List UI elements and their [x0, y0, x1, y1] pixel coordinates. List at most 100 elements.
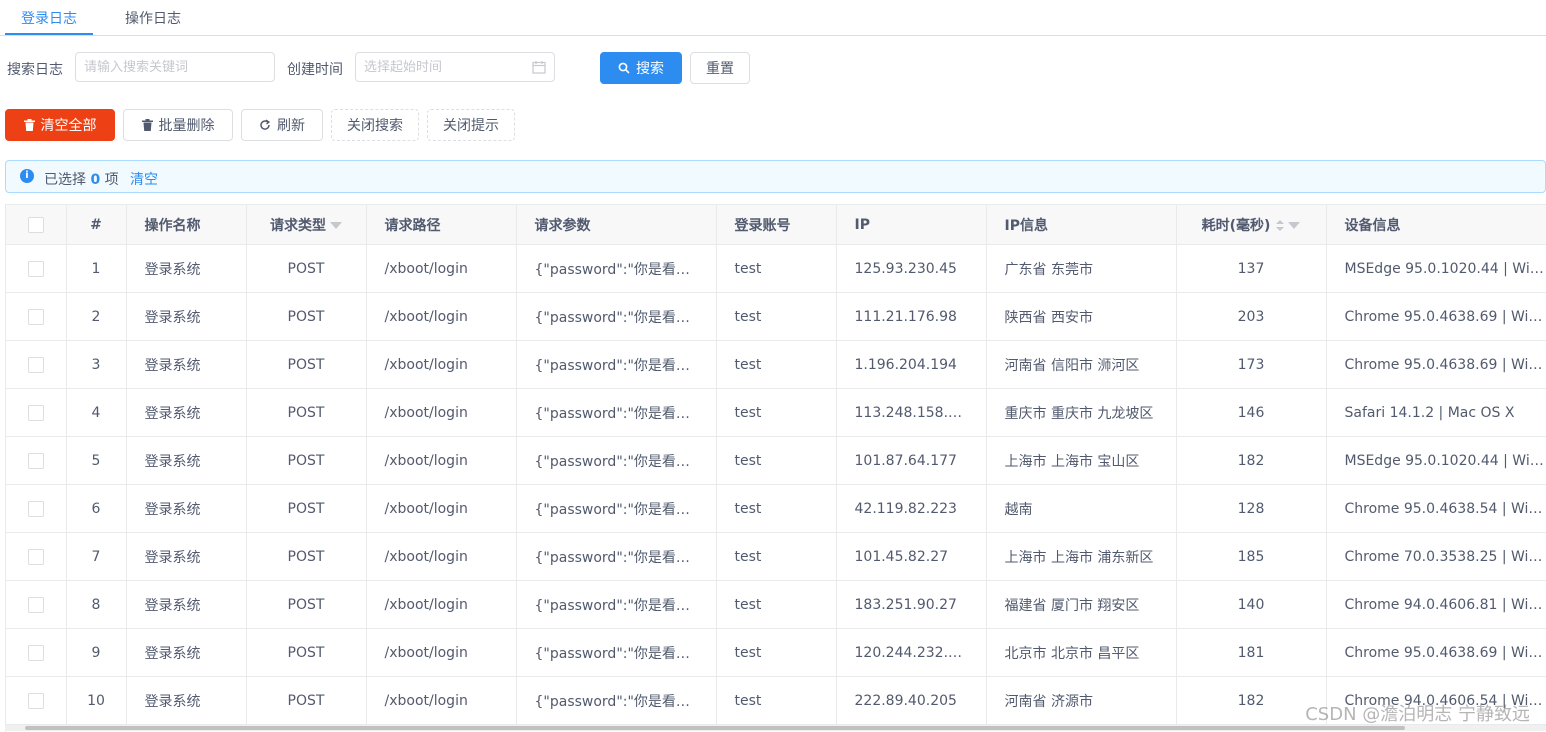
- row-checkbox[interactable]: [27, 692, 44, 709]
- table-row[interactable]: 5 登录系统 POST/xboot/login {"password":"你是看不见我…: [6, 436, 1546, 485]
- table-row[interactable]: 3 登录系统 POST/xboot/login {"password":"你是看不见我…: [6, 340, 1546, 389]
- header-ip: IP: [836, 205, 987, 245]
- cell-request-type: POST: [246, 244, 367, 293]
- cell-duration: 182: [1176, 436, 1327, 485]
- trash-icon: [141, 119, 153, 131]
- info-icon: i: [20, 169, 34, 183]
- batch-delete-button[interactable]: 批量删除: [123, 109, 233, 141]
- cell-ip-info: 河南省 信阳市 浉河区: [986, 340, 1177, 389]
- select-all-checkbox[interactable]: [27, 216, 44, 233]
- header-request-type-label: 请求类型: [270, 217, 326, 234]
- row-checkbox[interactable]: [27, 404, 44, 421]
- row-checkbox[interactable]: [27, 596, 44, 613]
- row-checkbox[interactable]: [27, 644, 44, 661]
- cell-account: test: [716, 676, 837, 725]
- table-row[interactable]: 8 登录系统 POST/xboot/login {"password":"你是看不见我…: [6, 580, 1546, 629]
- table-row[interactable]: 1 登录系统 POST/xboot/login {"password":"你是看不见我…: [6, 244, 1546, 293]
- row-checkbox[interactable]: [27, 452, 44, 469]
- watermark: CSDN @澹泊明志 宁静致远: [1305, 704, 1530, 725]
- table-header-row: # 操作名称 请求类型 请求路径 请求参数 登录账号 IP IP信息 耗时(毫秒…: [6, 205, 1546, 245]
- date-picker-input[interactable]: [355, 52, 555, 82]
- close-search-button[interactable]: 关闭搜索: [331, 109, 419, 141]
- cell-request-path: /xboot/login: [366, 676, 517, 725]
- cell-ip: 125.93.230.45: [836, 244, 987, 293]
- cell-device: Chrome 94.0.4606.81 | Windows: [1326, 580, 1546, 629]
- table-row[interactable]: 2 登录系统 POST/xboot/login {"password":"你是看不见我…: [6, 292, 1546, 341]
- cell-duration: 128: [1176, 484, 1327, 533]
- select-all-header[interactable]: [6, 205, 67, 245]
- cell-account: test: [716, 292, 837, 341]
- refresh-button[interactable]: 刷新: [241, 109, 323, 141]
- cell-account: test: [716, 244, 837, 293]
- row-checkbox[interactable]: [27, 356, 44, 373]
- cell-ip: 111.21.176.98: [836, 292, 987, 341]
- cell-device: Chrome 70.0.3538.25 | Windows: [1326, 532, 1546, 581]
- calendar-icon[interactable]: [532, 60, 546, 74]
- cell-ip-info: 河南省 济源市: [986, 676, 1177, 725]
- cell-request-type: POST: [246, 340, 367, 389]
- cell-device: Chrome 95.0.4638.69 | Windows: [1326, 628, 1546, 677]
- header-request-params: 请求参数: [516, 205, 717, 245]
- row-checkbox[interactable]: [6, 244, 67, 293]
- tab-bar: 登录日志 操作日志: [0, 0, 1546, 36]
- clear-all-button[interactable]: 清空全部: [5, 109, 115, 141]
- cell-request-path: /xboot/login: [366, 580, 517, 629]
- row-checkbox[interactable]: [6, 388, 67, 437]
- row-checkbox[interactable]: [6, 628, 67, 677]
- cell-ip: 120.244.232.198: [836, 628, 987, 677]
- table-row[interactable]: 9 登录系统 POST/xboot/login {"password":"你是看不见我…: [6, 628, 1546, 677]
- filter-icon[interactable]: [1288, 222, 1301, 229]
- clear-selection-link[interactable]: 清空: [130, 169, 158, 189]
- row-checkbox[interactable]: [6, 580, 67, 629]
- date-label: 创建时间: [287, 62, 343, 78]
- close-tips-label: 关闭提示: [443, 118, 499, 134]
- cell-device: MSEdge 95.0.1020.44 | Windows: [1326, 436, 1546, 485]
- header-account: 登录账号: [716, 205, 837, 245]
- row-checkbox[interactable]: [6, 292, 67, 341]
- scrollbar-thumb[interactable]: [25, 726, 1405, 730]
- row-checkbox[interactable]: [6, 532, 67, 581]
- cell-account: test: [716, 580, 837, 629]
- cell-request-type: POST: [246, 628, 367, 677]
- tab-login-log[interactable]: 登录日志: [21, 8, 77, 28]
- cell-operation-name: 登录系统: [126, 532, 247, 581]
- cell-request-path: /xboot/login: [366, 388, 517, 437]
- search-input[interactable]: [75, 52, 275, 82]
- cell-index: 4: [66, 388, 127, 437]
- batch-delete-label: 批量删除: [158, 118, 215, 134]
- table-row[interactable]: 7 登录系统 POST/xboot/login {"password":"你是看不见我…: [6, 532, 1546, 581]
- tab-operation-log[interactable]: 操作日志: [125, 8, 181, 28]
- cell-index: 8: [66, 580, 127, 629]
- cell-duration: 181: [1176, 628, 1327, 677]
- cell-request-type: POST: [246, 292, 367, 341]
- cell-index: 6: [66, 484, 127, 533]
- sort-icon[interactable]: [1276, 219, 1285, 232]
- cell-request-path: /xboot/login: [366, 292, 517, 341]
- row-checkbox[interactable]: [27, 500, 44, 517]
- cell-index: 7: [66, 532, 127, 581]
- row-checkbox[interactable]: [6, 340, 67, 389]
- cell-ip-info: 重庆市 重庆市 九龙坡区: [986, 388, 1177, 437]
- filter-icon[interactable]: [330, 222, 342, 229]
- table-row[interactable]: 6 登录系统 POST/xboot/login {"password":"你是看不见我…: [6, 484, 1546, 533]
- cell-device: Chrome 95.0.4638.69 | Windows: [1326, 340, 1546, 389]
- cell-request-path: /xboot/login: [366, 340, 517, 389]
- row-checkbox[interactable]: [27, 260, 44, 277]
- search-icon: [618, 62, 630, 74]
- cell-device: Chrome 95.0.4638.69 | Windows: [1326, 292, 1546, 341]
- reset-button[interactable]: 重置: [690, 52, 750, 84]
- cell-ip: 113.248.158.197: [836, 388, 987, 437]
- log-table: # 操作名称 请求类型 请求路径 请求参数 登录账号 IP IP信息 耗时(毫秒…: [5, 204, 1546, 732]
- search-label: 搜索日志: [7, 62, 63, 78]
- row-checkbox[interactable]: [6, 436, 67, 485]
- row-checkbox[interactable]: [27, 308, 44, 325]
- cell-request-params: {"password":"你是看不见我的"}: [516, 676, 717, 725]
- selection-text: 已选择 0 项: [44, 169, 119, 189]
- close-tips-button[interactable]: 关闭提示: [427, 109, 515, 141]
- row-checkbox[interactable]: [6, 484, 67, 533]
- row-checkbox[interactable]: [27, 548, 44, 565]
- cell-request-type: POST: [246, 580, 367, 629]
- search-button[interactable]: 搜索: [600, 52, 682, 84]
- row-checkbox[interactable]: [6, 676, 67, 725]
- table-row[interactable]: 4 登录系统 POST/xboot/login {"password":"你是看不见我…: [6, 388, 1546, 437]
